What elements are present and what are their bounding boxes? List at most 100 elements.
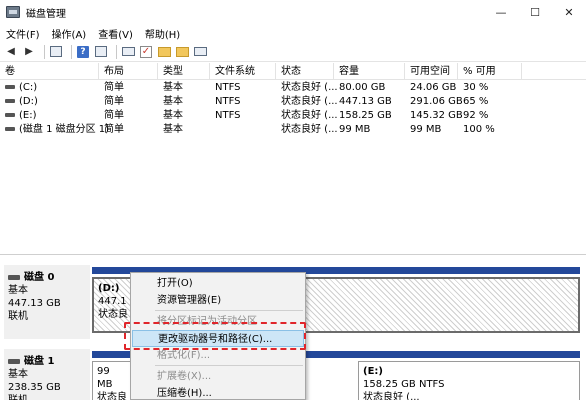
view-button[interactable]: [193, 45, 207, 59]
title-bar: 磁盘管理 — ☐ ✕: [0, 0, 586, 24]
monitor-icon: [121, 47, 135, 56]
cell-volume: (E:): [0, 109, 37, 123]
column-header-free-space[interactable]: 可用空间: [405, 63, 458, 80]
volume-table: 卷 布局 类型 文件系统 状态 容量 可用空间 % 可用 (C:) 简单 基本 …: [0, 63, 586, 253]
properties-icon: [95, 46, 107, 57]
menu-item-extend[interactable]: 扩展卷(X)...: [132, 368, 304, 385]
column-header-type[interactable]: 类型: [158, 63, 210, 80]
cell-filesystem: NTFS: [215, 110, 241, 121]
menu-bar: 文件(F) 操作(A) 查看(V) 帮助(H): [0, 24, 586, 42]
menu-help[interactable]: 帮助(H): [139, 26, 186, 41]
column-header-layout[interactable]: 布局: [99, 63, 158, 80]
disk-0-type: 基本: [8, 285, 28, 296]
check-button[interactable]: ✓: [139, 45, 153, 59]
volume-name: (C:): [19, 82, 38, 93]
cell-layout: 简单: [104, 82, 124, 93]
cell-volume: (C:): [0, 81, 37, 95]
partition-recovery[interactable]: 99 MB 状态良好: [92, 361, 132, 400]
annotation-highlight-box: [124, 322, 306, 350]
properties-button[interactable]: [94, 45, 108, 59]
help-button[interactable]: ?: [76, 45, 90, 59]
disk-0-title: 磁盘 0: [8, 271, 86, 284]
back-arrow-icon[interactable]: ◀: [4, 45, 18, 59]
partition-recovery-status: 状态良好: [97, 392, 127, 400]
cell-status: 状态良好 (...: [281, 96, 338, 107]
cell-capacity: 80.00 GB: [339, 82, 386, 93]
list-view-icon: [193, 47, 207, 56]
cell-filesystem: [210, 123, 215, 137]
folder-up-icon: [157, 46, 171, 57]
cell-volume: (D:): [0, 95, 38, 109]
window-title: 磁盘管理: [26, 8, 66, 20]
partition-e[interactable]: (E:) 158.25 GB NTFS 状态良好 (...: [358, 361, 580, 400]
cell-percent-free: 30 %: [463, 82, 489, 93]
drive-icon: [5, 85, 15, 89]
cell-capacity: 447.13 GB: [339, 96, 392, 107]
toolbar: ◀ ▶ ? ✓: [0, 42, 586, 62]
disk-1-size: 238.35 GB: [8, 382, 61, 393]
table-row[interactable]: (C:) 简单 基本 NTFS 状态良好 (... 80.00 GB 24.06…: [0, 81, 586, 95]
connect-button[interactable]: [121, 45, 135, 59]
table-row[interactable]: (磁盘 1 磁盘分区 1) 简单 基本 状态良好 (... 99 MB 99 M…: [0, 123, 586, 137]
up-folder-button[interactable]: [157, 45, 171, 59]
disk-management-icon: [6, 6, 20, 18]
disk-1-info[interactable]: 磁盘 1 基本 238.35 GB 联机: [4, 349, 90, 400]
forward-arrow-icon[interactable]: ▶: [22, 45, 36, 59]
cell-filesystem: NTFS: [215, 96, 241, 107]
partition-e-label: (E:): [363, 366, 383, 377]
cell-free-space: 24.06 GB: [410, 82, 457, 93]
cell-type: 基本: [163, 124, 183, 135]
disk-0-info[interactable]: 磁盘 0 基本 447.13 GB 联机: [4, 265, 90, 339]
cell-layout: 简单: [104, 110, 124, 121]
table-row[interactable]: (E:) 简单 基本 NTFS 状态良好 (... 158.25 GB 145.…: [0, 109, 586, 123]
drive-icon: [5, 113, 15, 117]
table-header: 卷 布局 类型 文件系统 状态 容量 可用空间 % 可用: [0, 63, 586, 80]
table-row[interactable]: (D:) 简单 基本 NTFS 状态良好 (... 447.13 GB 291.…: [0, 95, 586, 109]
toolbar-separator: [71, 44, 72, 59]
disk-0-state: 联机: [8, 311, 28, 322]
cell-status: 状态良好 (...: [281, 110, 338, 121]
minimize-button[interactable]: —: [484, 0, 518, 24]
menu-separator: [155, 365, 303, 366]
panel-icon: [50, 46, 62, 57]
cell-volume: (磁盘 1 磁盘分区 1): [0, 123, 109, 137]
cell-type: 基本: [163, 96, 183, 107]
cell-percent-free: 100 %: [463, 124, 495, 135]
partition-recovery-size: 99 MB: [97, 366, 113, 390]
menu-action[interactable]: 操作(A): [46, 26, 93, 41]
console-tree-button[interactable]: [49, 45, 63, 59]
disk-0-size: 447.13 GB: [8, 298, 61, 309]
partition-e-status: 状态良好 (...: [363, 392, 420, 400]
cell-status: 状态良好 (...: [281, 82, 338, 93]
partition-e-size: 158.25 GB NTFS: [363, 379, 445, 390]
disk-0-name: 磁盘 0: [24, 272, 55, 283]
disk-1-name: 磁盘 1: [24, 356, 55, 367]
cell-percent-free: 65 %: [463, 96, 489, 107]
menu-view[interactable]: 查看(V): [92, 26, 139, 41]
menu-item-explore[interactable]: 资源管理器(E): [132, 292, 304, 309]
maximize-button[interactable]: ☐: [518, 0, 552, 24]
cell-capacity: 99 MB: [339, 124, 371, 135]
toolbar-separator: [44, 44, 45, 59]
toolbar-separator: [116, 44, 117, 59]
column-header-filesystem[interactable]: 文件系统: [210, 63, 276, 80]
close-button[interactable]: ✕: [552, 0, 586, 24]
volume-name: (磁盘 1 磁盘分区 1): [19, 124, 110, 135]
cell-capacity: 158.25 GB: [339, 110, 392, 121]
cell-layout: 简单: [104, 124, 124, 135]
menu-item-open[interactable]: 打开(O): [132, 275, 304, 292]
open-folder-button[interactable]: [175, 45, 189, 59]
disk-1-state: 联机: [8, 394, 86, 400]
drive-icon: [5, 127, 15, 131]
column-header-capacity[interactable]: 容量: [334, 63, 405, 80]
menu-item-shrink[interactable]: 压缩卷(H)...: [132, 385, 304, 400]
cell-percent-free: 92 %: [463, 110, 489, 121]
column-header-volume[interactable]: 卷: [0, 63, 99, 80]
menu-file[interactable]: 文件(F): [0, 26, 46, 41]
column-header-percent-free[interactable]: % 可用: [458, 63, 522, 80]
disk-icon: [8, 359, 20, 364]
help-icon: ?: [77, 45, 89, 58]
volume-name: (D:): [19, 96, 38, 107]
cell-layout: 简单: [104, 96, 124, 107]
column-header-status[interactable]: 状态: [276, 63, 334, 80]
